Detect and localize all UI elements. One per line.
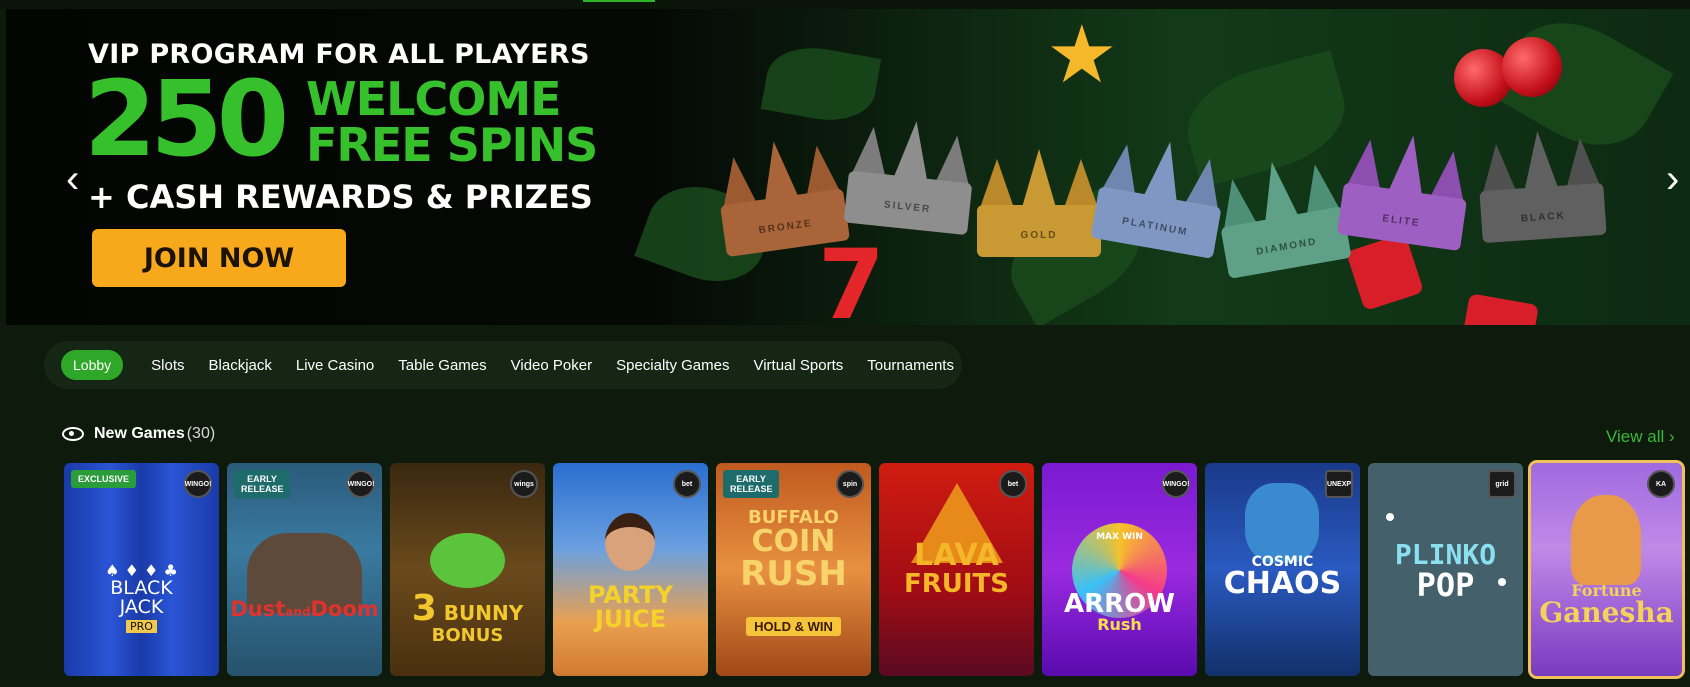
provider-icon: WINGO! [1162,470,1190,498]
tab-live-casino[interactable]: Live Casino [296,357,374,374]
new-games-carousel: EXCLUSIVE WINGO! ♠ ♦ ♦ ♣ BLACK JACK PRO … [64,460,1690,679]
tab-virtual-sports[interactable]: Virtual Sports [753,357,843,374]
provider-icon: bet [673,470,701,498]
dice-icon [1463,293,1539,325]
game-card[interactable]: bet PARTY JUICE [553,463,708,676]
game-title: BUFFALO COIN RUSH [740,507,847,594]
provider-icon: grid [1488,470,1516,498]
game-card[interactable]: EARLY RELEASE WINGO! DustandDoom [227,463,382,676]
promo-text: VIP PROGRAM FOR ALL PLAYERS 250 WELCOME … [84,39,608,216]
game-card[interactable]: grid PLINKO POP [1368,463,1523,676]
top-bar [0,0,1690,9]
promo-number: 250 [84,58,289,180]
game-title: PARTY JUICE [587,581,674,633]
provider-icon: WINGO! [347,470,375,498]
section-count: (30) [186,425,216,442]
game-badge: EARLY RELEASE [234,470,290,498]
view-all-link[interactable]: View all › [1606,427,1675,447]
tab-video-poker[interactable]: Video Poker [511,357,592,374]
crown-silver: SILVER [836,112,987,236]
section-title: New Games [94,425,185,442]
game-card[interactable]: EARLY RELEASE spin BUFFALO COIN RUSH HOL… [716,463,871,676]
tab-specialty-games[interactable]: Specialty Games [616,357,729,374]
game-badge: EXCLUSIVE [71,470,137,488]
provider-icon: bet [999,470,1027,498]
tab-slots[interactable]: Slots [151,357,184,374]
alien-art [1245,483,1319,563]
crown-bronze: BRONZE [704,130,858,258]
promo-banner[interactable]: ★ 7 BRONZE SILVER GOLD PLATINUM DIAMOND … [6,9,1690,325]
game-title: PLINKO POP [1394,538,1497,604]
provider-icon: UNEXP [1325,470,1353,498]
game-card[interactable]: EXCLUSIVE WINGO! ♠ ♦ ♦ ♣ BLACK JACK PRO [64,463,219,676]
eye-icon [62,427,84,441]
game-card[interactable]: wings 3 BUNNY BONUS [390,463,545,676]
join-now-button[interactable]: JOIN NOW [92,229,346,287]
game-badge-text: MAX WIN [1096,532,1143,542]
game-card[interactable]: UNEXP COSMIC CHAOS [1205,463,1360,676]
ganesha-art [1571,495,1641,585]
star-icon: ★ [1046,10,1118,99]
game-title: Fortune Ganesha [1539,581,1674,629]
chevron-right-icon[interactable]: › [1666,159,1679,199]
game-art [430,533,505,588]
crown-elite: ELITE [1329,124,1483,252]
tab-table-games[interactable]: Table Games [398,357,486,374]
game-badge: EARLY RELEASE [723,470,779,498]
game-title: 3 BUNNY BONUS [411,588,524,646]
provider-icon: wings [510,470,538,498]
game-title: ♠ ♦ ♦ ♣ BLACK JACK PRO [105,561,178,633]
game-card-selected[interactable]: KA Fortune Ganesha [1528,460,1685,679]
chevron-left-icon[interactable]: ‹ [66,159,79,199]
new-games-header: New Games (30) [62,425,215,443]
promo-welcome: WELCOME FREE SPINS [306,72,598,172]
vip-crowns: BRONZE SILVER GOLD PLATINUM DIAMOND ELIT… [711,99,1671,279]
cherry-icon [1502,37,1562,97]
category-nav: Lobby Slots Blackjack Live Casino Table … [44,341,962,389]
game-title: ARROW Rush [1064,589,1175,634]
game-title: DustandDoom [230,597,379,621]
game-art [605,513,655,571]
tab-lobby[interactable]: Lobby [61,350,124,380]
game-title: COSMIC CHAOS [1223,554,1342,601]
game-subtitle: HOLD & WIN [716,617,871,636]
provider-icon: KA [1647,470,1675,498]
plinko-peg [1386,513,1394,521]
provider-icon: spin [836,470,864,498]
game-title: LAVA FRUITS [903,538,1010,599]
active-indicator [583,0,655,2]
provider-icon: WINGO! [184,470,212,498]
game-card[interactable]: WINGO! MAX WIN ARROW Rush [1042,463,1197,676]
tab-blackjack[interactable]: Blackjack [209,357,272,374]
crown-black: BLACK [1467,124,1614,244]
tab-tournaments[interactable]: Tournaments [867,357,954,374]
game-card[interactable]: bet LAVA FRUITS [879,463,1034,676]
